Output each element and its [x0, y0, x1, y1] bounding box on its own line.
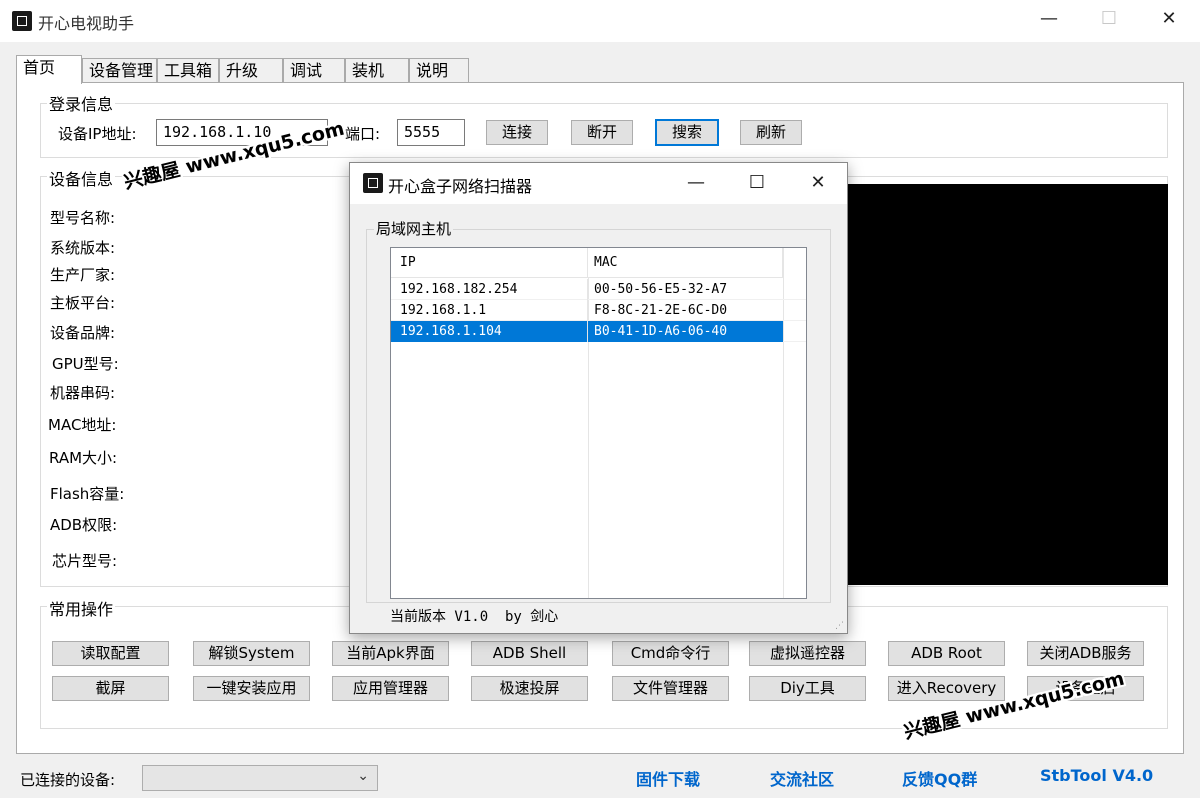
host-ip: 192.168.1.104	[391, 321, 588, 342]
tab-help[interactable]: 说明	[409, 58, 469, 83]
dialog-title-bar: 开心盒子网络扫描器 — ☐ ✕	[350, 163, 847, 204]
network-scanner-dialog: 开心盒子网络扫描器 — ☐ ✕ 局域网主机 IP MAC 192.168.182…	[349, 162, 848, 634]
login-group-title: 登录信息	[47, 91, 116, 115]
resize-grip-icon[interactable]: ⋰	[835, 621, 845, 631]
hosts-list-view[interactable]: IP MAC 192.168.182.254 00-50-56-E5-32-A7…	[390, 247, 807, 599]
host-ip: 192.168.1.1	[391, 300, 588, 321]
field-brand: 设备品牌:	[50, 324, 116, 342]
connect-button[interactable]: 连接	[486, 120, 548, 145]
tab-debug[interactable]: 调试	[283, 58, 345, 83]
search-button[interactable]: 搜索	[655, 119, 719, 146]
fast-cast-button[interactable]: 极速投屏	[471, 676, 588, 701]
cmd-button[interactable]: Cmd命令行	[612, 641, 729, 666]
tab-upgrade[interactable]: 升级	[219, 58, 283, 83]
stbtool-version-link[interactable]: StbTool V4.0	[1040, 766, 1153, 785]
version-status: 当前版本 V1.0 by 剑心	[390, 609, 559, 625]
field-gpu-model: GPU型号:	[52, 355, 119, 373]
refresh-button[interactable]: 刷新	[740, 120, 802, 145]
window-title: 开心电视助手	[38, 14, 135, 33]
tab-device-management[interactable]: 设备管理	[82, 58, 157, 83]
adb-shell-button[interactable]: ADB Shell	[471, 641, 588, 666]
maximize-icon: ☐	[1100, 8, 1118, 29]
adb-root-button[interactable]: ADB Root	[888, 641, 1005, 666]
field-adb-permission: ADB权限:	[50, 516, 118, 534]
connected-device-label: 已连接的设备:	[20, 771, 116, 789]
field-flash-capacity: Flash容量:	[50, 485, 125, 503]
dialog-maximize-icon[interactable]: ☐	[734, 172, 780, 193]
field-manufacturer: 生产厂家:	[50, 266, 116, 284]
tab-install[interactable]: 装机	[345, 58, 409, 83]
screenshot-button[interactable]: 截屏	[52, 676, 169, 701]
minimize-icon[interactable]: —	[1026, 8, 1072, 29]
community-link[interactable]: 交流社区	[770, 766, 834, 790]
close-adb-service-button[interactable]: 关闭ADB服务	[1027, 641, 1144, 666]
host-mac: B0-41-1D-A6-06-40	[588, 321, 783, 342]
screen-preview	[848, 184, 1168, 585]
feedback-qq-link[interactable]: 反馈QQ群	[902, 766, 977, 790]
read-config-button[interactable]: 读取配置	[52, 641, 169, 666]
host-mac: 00-50-56-E5-32-A7	[594, 282, 728, 297]
current-apk-button[interactable]: 当前Apk界面	[332, 641, 449, 666]
column-header-ip[interactable]: IP	[391, 248, 588, 278]
one-click-install-button[interactable]: 一键安装应用	[193, 676, 310, 701]
field-chip-model: 芯片型号:	[52, 552, 118, 570]
chip-icon	[12, 11, 32, 31]
close-icon[interactable]: ✕	[1146, 8, 1192, 29]
host-mac: F8-8C-21-2E-6C-D0	[594, 303, 728, 318]
firmware-download-link[interactable]: 固件下载	[636, 766, 700, 790]
device-info-group-title: 设备信息	[47, 166, 116, 190]
list-item[interactable]: 192.168.182.254 00-50-56-E5-32-A7	[391, 279, 806, 300]
field-model-name: 型号名称:	[50, 209, 116, 227]
ops-group-title: 常用操作	[47, 596, 116, 620]
field-mac-address: MAC地址:	[48, 416, 117, 434]
dialog-close-icon[interactable]: ✕	[795, 172, 841, 193]
ip-label: 设备IP地址:	[58, 125, 137, 143]
device-select[interactable]: ⌄	[142, 765, 378, 791]
host-ip: 192.168.182.254	[391, 279, 588, 300]
field-board-platform: 主板平台:	[50, 294, 116, 312]
chip-icon	[363, 173, 383, 193]
tab-home[interactable]: 首页	[16, 55, 82, 84]
disconnect-button[interactable]: 断开	[571, 120, 633, 145]
dialog-minimize-icon[interactable]: —	[673, 172, 719, 193]
dialog-title: 开心盒子网络扫描器	[388, 177, 533, 196]
column-header-mac[interactable]: MAC	[588, 248, 783, 278]
app-manager-button[interactable]: 应用管理器	[332, 676, 449, 701]
tab-toolbox[interactable]: 工具箱	[157, 58, 219, 83]
unlock-system-button[interactable]: 解锁System	[193, 641, 310, 666]
field-ram-size: RAM大小:	[49, 449, 118, 467]
file-manager-button[interactable]: 文件管理器	[612, 676, 729, 701]
list-item-selected[interactable]: 192.168.1.104 B0-41-1D-A6-06-40	[391, 321, 806, 342]
field-serial: 机器串码:	[50, 384, 116, 402]
lan-hosts-group-title: 局域网主机	[374, 218, 454, 239]
port-input[interactable]: 5555	[397, 119, 465, 146]
virtual-remote-button[interactable]: 虚拟遥控器	[749, 641, 866, 666]
port-label: 端口:	[345, 125, 381, 143]
list-item[interactable]: 192.168.1.1 F8-8C-21-2E-6C-D0	[391, 300, 806, 321]
list-header: IP MAC	[391, 248, 783, 278]
diy-tools-button[interactable]: Diy工具	[749, 676, 866, 701]
chevron-down-icon: ⌄	[357, 768, 369, 784]
field-system-version: 系统版本:	[50, 239, 116, 257]
title-bar: 开心电视助手 — ☐ ✕	[0, 0, 1200, 42]
